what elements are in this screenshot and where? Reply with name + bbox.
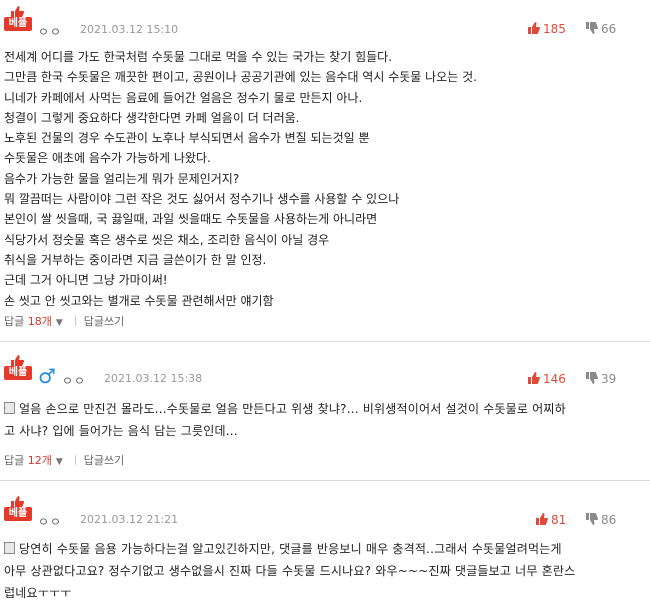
timestamp: 2021.03.12 21:21 — [80, 513, 179, 526]
best-badge-label: 베플 — [4, 507, 32, 521]
downvote-button[interactable]: 66 — [586, 22, 616, 36]
thumbs-down-icon — [586, 513, 598, 525]
comment-divider — [0, 341, 650, 342]
reply-label: 답글 — [4, 454, 25, 467]
downvote-count: 39 — [601, 372, 617, 386]
reply-toggle[interactable]: 답글 12개 ▼ — [4, 454, 67, 467]
timestamp: 2021.03.12 15:38 — [104, 372, 203, 385]
upvote-count: 81 — [551, 513, 567, 527]
downvote-count: 66 — [601, 22, 617, 36]
comment-body: 전세계 어디를 가도 한국처럼 수돗물 그대로 먹을 수 있는 국가는 찾기 힘… — [4, 50, 477, 308]
best-badge-label: 베플 — [4, 366, 32, 380]
caret-down-icon: ▼ — [55, 457, 63, 467]
best-badge-label: 베플 — [4, 17, 32, 31]
best-badge: 베플 — [4, 355, 32, 383]
reply-bar: 답글 12개 ▼ 답글쓰기 — [4, 452, 124, 468]
timestamp: 2021.03.12 15:10 — [80, 23, 179, 36]
nickname[interactable]: ㅇㅇ — [62, 372, 86, 389]
divider — [74, 316, 76, 326]
comment-divider — [0, 480, 650, 481]
reply-label: 답글 — [4, 315, 25, 328]
nickname[interactable]: ㅇㅇ — [38, 23, 62, 40]
reply-bar: 답글 18개 ▼ 답글쓰기 — [4, 313, 124, 329]
comment-text: 얼음 손으로 만진건 몰라도...수돗물로 얼음 만든다고 위생 찾냐?... … — [4, 402, 566, 438]
best-badge: 베플 — [4, 496, 32, 524]
upvote-count: 146 — [543, 372, 566, 386]
reply-toggle[interactable]: 답글 18개 ▼ — [4, 315, 67, 328]
comment-body: 얼음 손으로 만진건 몰라도...수돗물로 얼음 만든다고 위생 찾냐?... … — [4, 398, 644, 442]
document-icon — [4, 542, 15, 554]
reply-count: 18개 — [27, 315, 52, 328]
thumbs-down-icon — [586, 22, 598, 34]
downvote-button[interactable]: 86 — [586, 513, 616, 527]
comment-text: 당연히 수돗물 음용 가능하다는걸 알고있긴하지만, 댓글를 반응보니 매우 충… — [4, 542, 576, 600]
upvote-button[interactable]: 185 — [528, 22, 566, 36]
thumbs-up-icon — [528, 22, 540, 34]
nickname[interactable]: ㅇㅇ — [38, 513, 62, 530]
divider — [74, 455, 76, 465]
reply-count: 12개 — [27, 454, 52, 467]
upvote-button[interactable]: 146 — [528, 372, 566, 386]
thumbs-up-icon — [528, 372, 540, 384]
thumbs-down-icon — [586, 372, 598, 384]
downvote-button[interactable]: 39 — [586, 372, 616, 386]
caret-down-icon: ▼ — [55, 318, 63, 328]
thumbs-up-icon — [536, 513, 548, 525]
downvote-count: 86 — [601, 513, 617, 527]
upvote-count: 185 — [543, 22, 566, 36]
write-reply-link[interactable]: 답글쓰기 — [84, 315, 124, 328]
document-icon — [4, 402, 15, 414]
write-reply-link[interactable]: 답글쓰기 — [84, 454, 124, 467]
best-badge: 베플 — [4, 6, 32, 34]
upvote-button[interactable]: 81 — [536, 513, 566, 527]
male-gender-icon: ♂ — [38, 364, 56, 388]
comment-body: 당연히 수돗물 음용 가능하다는걸 알고있긴하지만, 댓글를 반응보니 매우 충… — [4, 538, 644, 604]
